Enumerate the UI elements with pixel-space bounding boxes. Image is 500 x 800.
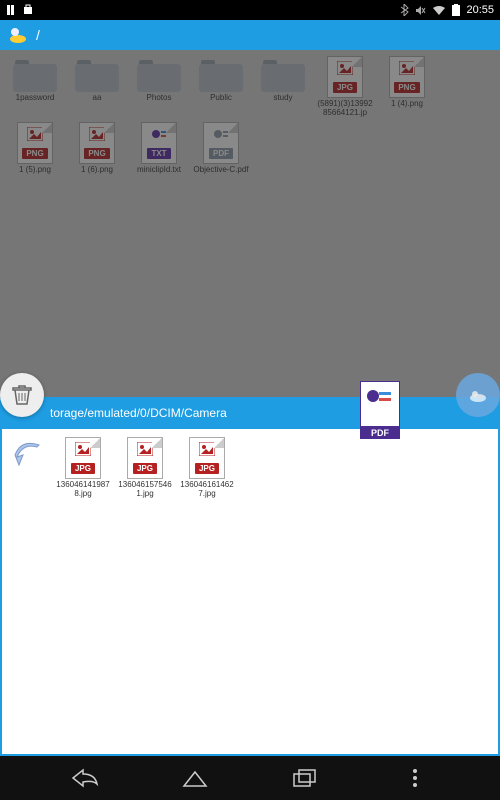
- folder-item[interactable]: Photos: [130, 56, 188, 118]
- file-item[interactable]: TXT miniclipId.txt: [130, 122, 188, 175]
- file-item[interactable]: JPG 1360461575461.jpg: [116, 437, 174, 499]
- menu-nav-button[interactable]: [395, 763, 435, 793]
- android-status-bar: 20:55: [0, 0, 500, 20]
- jpg-file-icon: JPG: [65, 437, 101, 479]
- recent-nav-button[interactable]: [285, 763, 325, 793]
- file-item[interactable]: PNG 1 (4).png: [378, 56, 436, 118]
- file-item[interactable]: PDF Objective-C.pdf: [192, 122, 250, 175]
- wifi-icon: [432, 5, 446, 16]
- file-item[interactable]: PNG 1 (5).png: [6, 122, 64, 175]
- pdf-file-icon: PDF: [203, 122, 239, 164]
- file-label: 1360461614627.jpg: [179, 481, 235, 499]
- dragged-pdf-icon[interactable]: PDF: [360, 381, 400, 439]
- file-label: (5891)(3)1399285664121.jp: [317, 100, 373, 118]
- folder-item[interactable]: 1password: [6, 56, 64, 118]
- mute-icon: [415, 5, 426, 16]
- file-type-badge: PDF: [209, 148, 233, 159]
- file-label: Photos: [147, 94, 172, 103]
- folder-item[interactable]: aa: [68, 56, 126, 118]
- file-type-badge: PNG: [84, 148, 109, 159]
- pdf-badge-label: PDF: [360, 427, 400, 439]
- folder-icon: [13, 56, 57, 92]
- home-nav-button[interactable]: [175, 763, 215, 793]
- file-type-badge: JPG: [333, 82, 357, 93]
- png-file-icon: PNG: [79, 122, 115, 164]
- file-type-badge: PNG: [394, 82, 419, 93]
- file-label: 1360461419878.jpg: [55, 481, 111, 499]
- file-label: aa: [93, 94, 102, 103]
- file-label: 1 (5).png: [19, 166, 51, 175]
- file-label: 1 (6).png: [81, 166, 113, 175]
- jpg-file-icon: JPG: [327, 56, 363, 98]
- trash-button[interactable]: [0, 373, 44, 417]
- file-type-badge: TXT: [147, 148, 170, 159]
- app-icon: [8, 25, 28, 45]
- android-nav-bar: [0, 756, 500, 800]
- back-button[interactable]: [10, 437, 46, 473]
- clock-text: 20:55: [466, 4, 494, 16]
- file-item[interactable]: JPG 1360461419878.jpg: [54, 437, 112, 499]
- file-label: Public: [210, 94, 232, 103]
- remote-panel: 1password aa Photos Public study JPG (5891)(3)…: [0, 50, 500, 397]
- file-type-badge: JPG: [133, 463, 157, 474]
- local-path-header: torage/emulated/0/DCIM/Camera PDF: [0, 397, 500, 429]
- folder-icon: [199, 56, 243, 92]
- file-label: miniclipId.txt: [137, 166, 181, 175]
- file-item[interactable]: JPG 1360461614627.jpg: [178, 437, 236, 499]
- png-file-icon: PNG: [17, 122, 53, 164]
- file-label: 1password: [16, 94, 55, 103]
- jpg-file-icon: JPG: [127, 437, 163, 479]
- folder-item[interactable]: study: [254, 56, 312, 118]
- file-label: 1360461575461.jpg: [117, 481, 173, 499]
- file-type-badge: JPG: [195, 463, 219, 474]
- file-type-badge: JPG: [71, 463, 95, 474]
- back-nav-button[interactable]: [65, 763, 105, 793]
- png-file-icon: PNG: [389, 56, 425, 98]
- notification-icon: [22, 4, 34, 16]
- folder-icon: [137, 56, 181, 92]
- jpg-file-icon: JPG: [189, 437, 225, 479]
- cloud-button[interactable]: [456, 373, 500, 417]
- file-type-badge: PNG: [22, 148, 47, 159]
- txt-file-icon: TXT: [141, 122, 177, 164]
- file-label: Objective-C.pdf: [193, 166, 248, 175]
- local-panel: JPG 1360461419878.jpg JPG 1360461575461.jpg…: [0, 429, 500, 756]
- file-label: study: [273, 94, 292, 103]
- folder-icon: [75, 56, 119, 92]
- file-label: 1 (4).png: [391, 100, 423, 109]
- notification-icon: [6, 4, 18, 16]
- folder-icon: [261, 56, 305, 92]
- file-item[interactable]: JPG (5891)(3)1399285664121.jp: [316, 56, 374, 118]
- folder-item[interactable]: Public: [192, 56, 250, 118]
- local-path-text: torage/emulated/0/DCIM/Camera: [50, 406, 227, 420]
- file-item[interactable]: PNG 1 (6).png: [68, 122, 126, 175]
- bluetooth-icon: [399, 4, 409, 16]
- battery-icon: [452, 4, 460, 16]
- header-path: /: [36, 27, 40, 43]
- app-header: /: [0, 20, 500, 50]
